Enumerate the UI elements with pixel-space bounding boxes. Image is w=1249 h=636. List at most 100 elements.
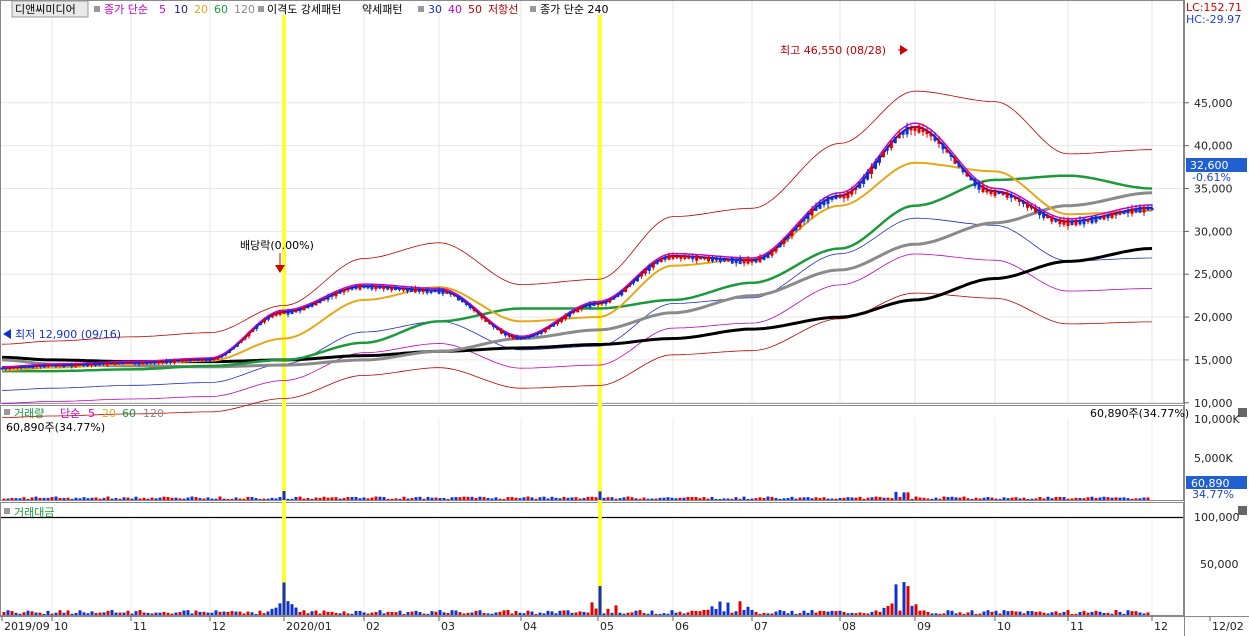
candle-body: [184, 359, 188, 362]
price-tick-label: 40,000: [1194, 140, 1233, 153]
candle-body: [977, 182, 981, 190]
candle-body: [810, 209, 814, 216]
volume-bar: [158, 497, 162, 500]
amount-bar: [338, 613, 342, 615]
volume-bar: [686, 496, 690, 500]
candle-body: [97, 362, 101, 366]
candle-body: [405, 288, 409, 292]
volume-bar: [1030, 498, 1034, 500]
volume-bar: [274, 498, 278, 500]
candle-body: [774, 247, 778, 252]
amount-bar: [334, 612, 338, 615]
amount-bar: [698, 611, 702, 615]
candle-body: [588, 303, 592, 308]
candle-body: [877, 157, 881, 163]
legend-swatch-price: [94, 6, 100, 12]
volume-bar: [1142, 497, 1146, 500]
amount-bar: [1094, 610, 1098, 615]
amount-bar: [906, 586, 910, 615]
amount-bar: [434, 611, 438, 615]
volume-bar: [378, 496, 382, 500]
candle-body: [933, 136, 937, 141]
price-tick-label: 15,000: [1194, 354, 1233, 367]
candle-body: [802, 219, 806, 222]
candle-body: [109, 363, 113, 365]
amount-bar: [1138, 612, 1142, 615]
candle-body: [441, 289, 445, 295]
candle-body: [453, 295, 457, 297]
amount-bar: [786, 613, 790, 615]
volume-bar: [78, 498, 82, 500]
candle-body: [58, 365, 62, 367]
candle-body: [798, 222, 802, 228]
amount-bar: [774, 611, 778, 615]
volume-bar: [362, 497, 366, 500]
candle-body: [1118, 212, 1122, 215]
volume-bar: [270, 497, 274, 500]
price-tick-label: 35,000: [1194, 183, 1233, 196]
volume-bar: [786, 498, 790, 500]
amount-bar: [90, 611, 94, 615]
legend-ma5: 5: [159, 3, 166, 16]
event-marker-line: [598, 15, 602, 615]
volume-bar: [954, 497, 958, 500]
amount-bar: [534, 613, 538, 615]
volume-bar: [990, 497, 994, 500]
candle-body: [1058, 219, 1062, 225]
candle-body: [318, 300, 322, 304]
volume-bar: [774, 497, 778, 500]
amount-bar: [410, 611, 414, 615]
volume-bar: [358, 498, 362, 500]
volume-bar: [194, 497, 198, 500]
candle-body: [192, 359, 196, 361]
x-tick-label: 10: [997, 620, 1011, 633]
legend-swatch-weak: [418, 6, 424, 12]
candle-body: [429, 289, 433, 293]
amount-bar: [1142, 613, 1146, 615]
candle-body: [695, 255, 699, 261]
volume-bar: [186, 497, 190, 500]
volume-bar: [918, 497, 922, 500]
candle-body: [188, 359, 192, 362]
volume-bar: [298, 496, 302, 500]
volume-bar: [814, 497, 818, 500]
candle-body: [941, 143, 945, 150]
volume-bar: [854, 497, 858, 500]
candle-body: [632, 281, 636, 284]
volume-bar: [230, 498, 234, 500]
candle-body: [394, 287, 398, 291]
volume-bar: [294, 497, 298, 500]
candle-body: [1038, 210, 1042, 216]
volume-bar: [1102, 496, 1106, 500]
amount-bar: [998, 613, 1002, 615]
volume-bar: [526, 496, 530, 500]
amount-bar: [42, 613, 46, 615]
candle-body: [476, 312, 480, 314]
volume-bar: [574, 497, 578, 500]
volume-bar: [638, 498, 642, 500]
volume-bar: [714, 498, 718, 500]
candle-body: [885, 148, 889, 151]
candle-body: [858, 182, 862, 189]
amount-bar: [586, 612, 590, 615]
volume-bar: [402, 496, 406, 500]
candle-body: [1042, 212, 1046, 218]
candle-body: [850, 190, 854, 195]
candle-body: [560, 318, 564, 322]
volume-bar: [782, 498, 786, 500]
amount-bar: [538, 612, 542, 615]
amount-bar: [758, 613, 762, 615]
candle-body: [133, 362, 137, 365]
amount-bar: [134, 611, 138, 615]
amount-bar: [646, 613, 650, 615]
candle-body: [818, 202, 822, 209]
amount-bar: [62, 612, 66, 615]
amount-bar: [54, 612, 58, 615]
x-tick-label: 11: [1070, 620, 1084, 633]
amount-bar: [154, 612, 158, 615]
candle-body: [1106, 214, 1110, 219]
candle-body: [1062, 220, 1066, 225]
volume-bar: [450, 497, 454, 500]
volume-bar: [462, 496, 466, 500]
amount-bar: [570, 612, 574, 615]
